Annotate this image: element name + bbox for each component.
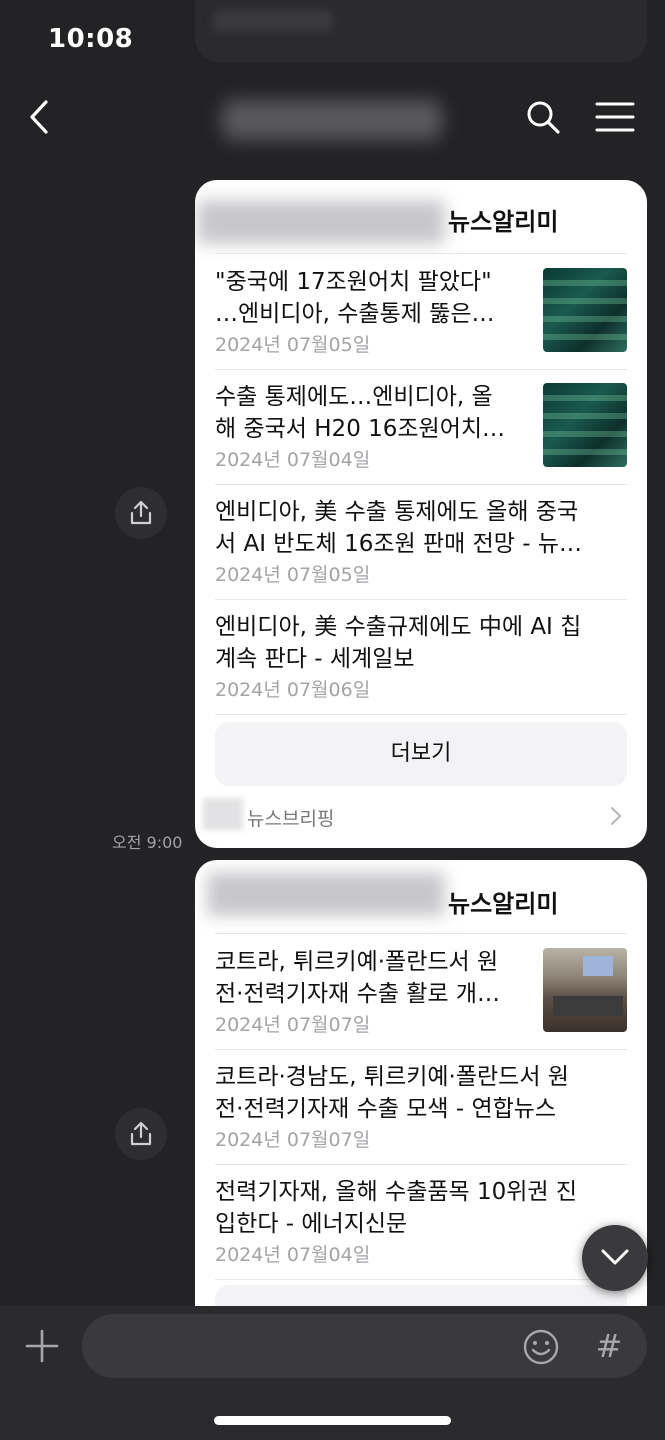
- article-title: 코트라·경남도, 튀르키예·폴란드서 원 전·전력기자재 수출 모색 - 연합뉴스: [215, 1064, 569, 1122]
- article-title: 엔비디아, 美 수출 통제에도 올해 중국 서 AI 반도체 16조원 판매 전망…: [215, 499, 583, 557]
- news-article[interactable]: 수출 통제에도…엔비디아, 올해 중국서 H20 16조원어치… 2024년 0…: [215, 369, 627, 484]
- news-card: 뉴스알리미 "중국에 17조원어치 팔았다" …엔비디아, 수출통제 뚫은… 20…: [195, 180, 647, 848]
- home-indicator: [214, 1416, 451, 1425]
- back-icon[interactable]: [22, 96, 62, 138]
- share-icon: [130, 500, 152, 525]
- article-thumbnail: [543, 268, 627, 352]
- source-logo: [203, 798, 243, 830]
- news-article[interactable]: 코트라·경남도, 튀르키예·폴란드서 원 전·전력기자재 수출 모색 - 연합뉴스…: [215, 1049, 627, 1164]
- source-name: 뉴스브리핑: [247, 808, 335, 830]
- chevron-down-icon: [601, 1249, 629, 1265]
- card-header: 뉴스알리미: [195, 180, 647, 254]
- article-date: 2024년 07월04일: [215, 449, 371, 471]
- news-article[interactable]: 엔비디아, 美 수출규제에도 中에 AI 칩 계속 판다 - 세계일보 2024…: [215, 599, 627, 714]
- card-brand: 뉴스알리미: [448, 890, 559, 918]
- source-link[interactable]: 뉴스브리핑: [203, 798, 623, 834]
- news-card: 뉴스알리미 코트라, 튀르키예·폴란드서 원 전·전력기자재 수출 활로 개… 2…: [195, 860, 647, 1310]
- share-button[interactable]: [115, 1108, 167, 1160]
- article-date: 2024년 07월07일: [215, 1129, 371, 1151]
- article-title: "중국에 17조원어치 팔았다" …엔비디아, 수출통제 뚫은…: [215, 269, 495, 327]
- message-input[interactable]: [82, 1314, 647, 1378]
- more-button[interactable]: 더보기: [215, 722, 627, 786]
- hashtag-icon[interactable]: #: [592, 1324, 626, 1368]
- message-time: 오전 9:00: [112, 833, 183, 852]
- article-date: 2024년 07월05일: [215, 334, 371, 356]
- plus-icon[interactable]: [24, 1328, 60, 1364]
- status-time: 10:08: [48, 24, 134, 54]
- card-brand: 뉴스알리미: [448, 208, 559, 236]
- article-title: 전력기자재, 올해 수출품목 10위권 진 입한다 - 에너지신문: [215, 1179, 578, 1237]
- article-date: 2024년 07월06일: [215, 679, 371, 701]
- menu-icon[interactable]: [594, 98, 636, 136]
- card-header: 뉴스알리미: [195, 860, 647, 934]
- sender-name-blurred: [207, 872, 445, 916]
- article-thumbnail: [543, 383, 627, 467]
- article-title: 코트라, 튀르키예·폴란드서 원 전·전력기자재 수출 활로 개…: [215, 949, 501, 1007]
- news-article[interactable]: 코트라, 튀르키예·폴란드서 원 전·전력기자재 수출 활로 개… 2024년 0…: [215, 934, 627, 1049]
- share-button[interactable]: [115, 487, 167, 539]
- chat-header: [0, 80, 665, 160]
- sender-name-blurred: [197, 200, 445, 244]
- share-icon: [130, 1121, 152, 1146]
- article-title: 수출 통제에도…엔비디아, 올해 중국서 H20 16조원어치…: [215, 384, 506, 442]
- emoji-icon[interactable]: [522, 1328, 560, 1366]
- search-icon[interactable]: [524, 98, 562, 136]
- chat-title: [222, 100, 442, 140]
- previous-message-bubble: [195, 0, 647, 62]
- news-article[interactable]: "중국에 17조원어치 팔았다" …엔비디아, 수출통제 뚫은… 2024년 07…: [215, 254, 627, 369]
- news-article[interactable]: 전력기자재, 올해 수출품목 10위권 진 입한다 - 에너지신문 2024년 0…: [215, 1164, 627, 1279]
- message-input-bar: #: [0, 1306, 665, 1440]
- news-article[interactable]: 엔비디아, 美 수출 통제에도 올해 중국 서 AI 반도체 16조원 판매 전망…: [215, 484, 627, 599]
- article-date: 2024년 07월07일: [215, 1014, 371, 1036]
- scroll-down-button[interactable]: [582, 1225, 648, 1291]
- article-date: 2024년 07월05일: [215, 564, 371, 586]
- chevron-right-icon: [611, 807, 622, 825]
- article-thumbnail: [543, 948, 627, 1032]
- article-date: 2024년 07월04일: [215, 1244, 371, 1266]
- article-title: 엔비디아, 美 수출규제에도 中에 AI 칩 계속 판다 - 세계일보: [215, 614, 582, 672]
